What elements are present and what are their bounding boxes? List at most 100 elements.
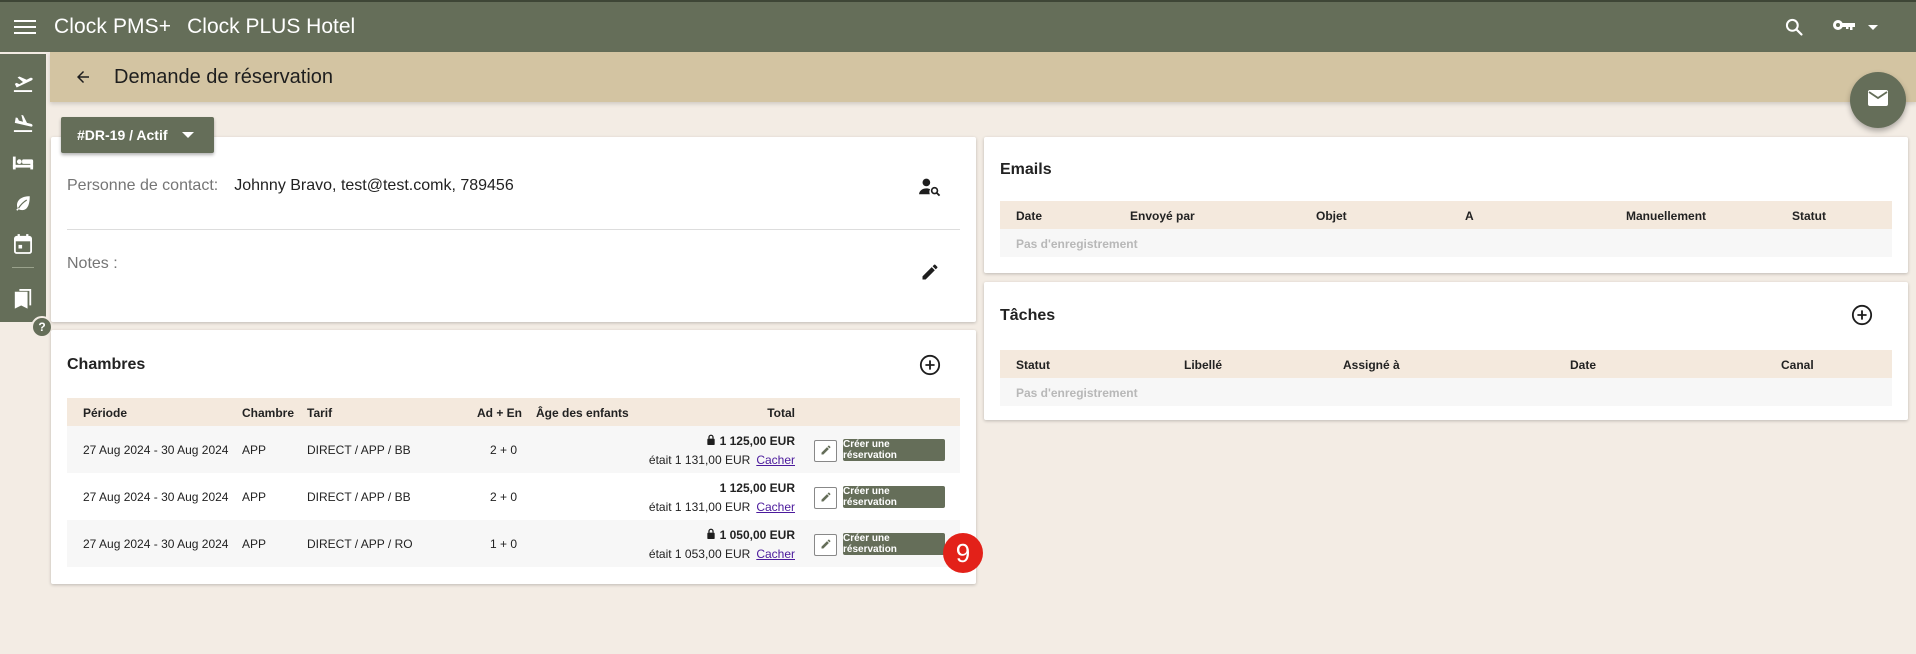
- find-person-icon[interactable]: [919, 177, 941, 197]
- col-manual: Manuellement: [1626, 209, 1707, 223]
- add-room-icon[interactable]: [919, 354, 941, 376]
- lock-icon: [706, 526, 716, 545]
- send-email-button[interactable]: [1850, 72, 1906, 128]
- tasks-title: Tâches: [1000, 307, 1056, 324]
- app-brand[interactable]: Clock PMS+: [54, 15, 171, 39]
- col-date: Date: [1016, 209, 1043, 223]
- hide-link[interactable]: Cacher: [756, 453, 795, 467]
- pencil-icon: [820, 444, 832, 459]
- flight-takeoff-icon: [12, 72, 34, 97]
- contact-label: Personne de contact:: [67, 177, 219, 194]
- col-channel: Canal: [1781, 358, 1814, 372]
- pencil-icon: [820, 538, 832, 553]
- search-icon[interactable]: [1784, 17, 1804, 37]
- rooms-table-header: Période Chambre Tarif Ad + En Âge des en…: [67, 398, 960, 426]
- row-rate: DIRECT / APP / BB: [307, 490, 411, 504]
- sidebar-item-arrivals[interactable]: [0, 105, 46, 146]
- create-reservation-button[interactable]: Créer une réservation: [843, 486, 945, 508]
- contact-row: Personne de contact: Johnny Bravo, test@…: [67, 177, 514, 195]
- edit-row-button[interactable]: [814, 487, 837, 509]
- create-reservation-button[interactable]: Créer une réservation: [843, 439, 945, 461]
- calendar-icon: [14, 233, 32, 259]
- account-key-menu[interactable]: [1832, 17, 1878, 38]
- sidebar-item-eco[interactable]: [0, 186, 46, 227]
- contact-value[interactable]: Johnny Bravo, test@test.comk, 789456: [234, 177, 514, 195]
- pencil-icon: [820, 491, 832, 506]
- emails-empty-row: Pas d'enregistrement: [1000, 229, 1892, 257]
- caret-down-icon: [1868, 24, 1878, 30]
- tasks-empty-row: Pas d'enregistrement: [1000, 378, 1892, 406]
- sidebar-divider: [12, 266, 34, 268]
- chevron-down-icon: [182, 132, 194, 138]
- bed-icon: [12, 155, 34, 176]
- hotel-name[interactable]: Clock PLUS Hotel: [187, 15, 355, 39]
- col-assignee: Assigné à: [1343, 358, 1400, 372]
- rooms-card: Chambres Période Chambre Tarif Ad + En Â…: [51, 330, 976, 584]
- row-period: 27 Aug 2024 - 30 Aug 2024: [83, 537, 229, 551]
- contact-card: Personne de contact: Johnny Bravo, test@…: [51, 137, 976, 322]
- bookmarks-icon: [13, 289, 33, 314]
- total-amount: 1 125,00 EUR: [719, 481, 795, 495]
- sidebar: [0, 54, 46, 322]
- help-icon[interactable]: ?: [31, 316, 53, 338]
- col-status: Statut: [1016, 358, 1050, 372]
- was-amount: était 1 053,00 EUR: [648, 547, 751, 561]
- key-icon: [1832, 17, 1856, 38]
- page-header: Demande de réservation: [50, 52, 1916, 102]
- sidebar-item-rooms[interactable]: [0, 145, 46, 186]
- status-chip-label: #DR-19 / Actif: [77, 127, 168, 143]
- create-reservation-button[interactable]: Créer une réservation: [843, 533, 945, 555]
- col-sent-by: Envoyé par: [1130, 209, 1195, 223]
- row-period: 27 Aug 2024 - 30 Aug 2024: [83, 443, 229, 457]
- row-room: APP: [242, 443, 267, 457]
- edit-row-button[interactable]: [814, 534, 837, 556]
- sidebar-item-calendar[interactable]: [0, 226, 46, 267]
- add-task-icon[interactable]: [1851, 304, 1873, 326]
- col-status: Statut: [1792, 209, 1826, 223]
- col-subject: Objet: [1316, 209, 1347, 223]
- flight-land-icon: [12, 112, 34, 137]
- edit-row-button[interactable]: [814, 440, 837, 462]
- rooms-title: Chambres: [67, 356, 146, 373]
- col-room: Chambre: [242, 406, 295, 420]
- mail-icon: [1867, 89, 1889, 112]
- menu-icon[interactable]: [14, 20, 36, 34]
- row-guests: 2 + 0: [490, 443, 518, 457]
- row-guests: 2 + 0: [490, 490, 518, 504]
- was-amount: était 1 131,00 EUR: [648, 500, 751, 514]
- notification-badge[interactable]: 9: [943, 533, 983, 573]
- notes-label: Notes :: [67, 255, 118, 272]
- row-rate: DIRECT / APP / BB: [307, 443, 411, 457]
- col-child-ages: Âge des enfants: [536, 406, 629, 420]
- lock-icon: [706, 432, 716, 451]
- emails-title: Emails: [1000, 161, 1052, 178]
- table-row: 27 Aug 2024 - 30 Aug 2024 APP DIRECT / A…: [67, 473, 960, 520]
- edit-notes-icon[interactable]: [920, 262, 940, 282]
- table-row: 27 Aug 2024 - 30 Aug 2024 APP DIRECT / A…: [67, 520, 960, 567]
- row-room: APP: [242, 490, 267, 504]
- status-dropdown[interactable]: #DR-19 / Actif: [61, 117, 214, 153]
- row-period: 27 Aug 2024 - 30 Aug 2024: [83, 490, 229, 504]
- contact-divider: [67, 229, 960, 230]
- was-amount: était 1 131,00 EUR: [648, 453, 751, 467]
- total-amount: 1 125,00 EUR: [719, 434, 795, 448]
- notes-row: Notes :: [67, 255, 118, 273]
- col-period: Période: [83, 406, 128, 420]
- emails-card: Emails Date Envoyé par Objet A Manuellem…: [984, 137, 1908, 273]
- sidebar-item-departures[interactable]: [0, 64, 46, 105]
- row-room: APP: [242, 537, 267, 551]
- back-arrow-icon[interactable]: [74, 68, 92, 86]
- col-label: Libellé: [1184, 358, 1223, 372]
- tasks-table-header: Statut Libellé Assigné à Date Canal: [1000, 350, 1892, 378]
- col-rate: Tarif: [307, 406, 333, 420]
- leaf-icon: [14, 194, 32, 217]
- row-rate: DIRECT / APP / RO: [307, 537, 413, 551]
- hide-link[interactable]: Cacher: [756, 500, 795, 514]
- row-total: 1 125,00 EUR était 1 131,00 EUR Cacher: [649, 479, 795, 517]
- row-total: 1 050,00 EUR était 1 053,00 EUR Cacher: [649, 526, 795, 564]
- total-amount: 1 050,00 EUR: [719, 528, 795, 542]
- page-title: Demande de réservation: [114, 65, 334, 88]
- table-row: 27 Aug 2024 - 30 Aug 2024 APP DIRECT / A…: [67, 426, 960, 473]
- tasks-card: Tâches Statut Libellé Assigné à Date Can…: [984, 282, 1908, 420]
- hide-link[interactable]: Cacher: [756, 547, 795, 561]
